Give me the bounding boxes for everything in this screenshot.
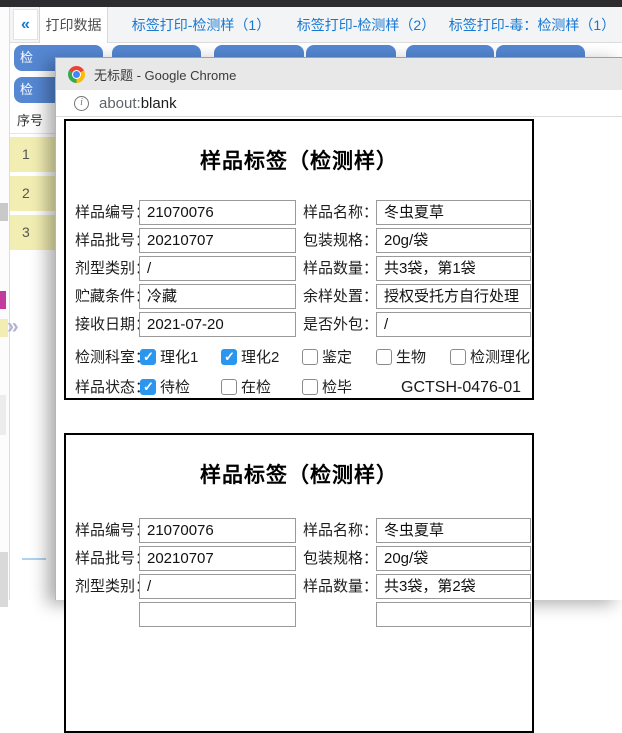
tab-label-print-toxic-1[interactable]: 标签打印-毒：检测样（1） — [448, 7, 616, 43]
field-label: 样品状态： — [75, 378, 150, 397]
checkbox-lihua2[interactable] — [221, 349, 237, 365]
sample-no-input[interactable]: 21070076 — [139, 518, 296, 543]
storage-input[interactable] — [139, 602, 296, 627]
url-scheme: about: — [99, 95, 141, 112]
sample-label-card-1: 样品标签（检测样） 样品编号： 21070076 样品名称： 冬虫夏草 样品批号… — [64, 119, 534, 400]
panel-fragment — [0, 203, 8, 221]
background-row-edge — [22, 558, 46, 560]
field-row: 样品编号： 21070076 样品名称： 冬虫夏草 — [66, 200, 532, 225]
chrome-popup-window: 无标题 - Google Chrome i about:blank 样品标签（检… — [55, 57, 622, 600]
checkbox-label: 在检 — [241, 378, 271, 397]
checkbox-label: 检测理化 — [470, 348, 530, 367]
field-label: 是否外包： — [303, 312, 378, 337]
label-title: 样品标签（检测样） — [66, 459, 532, 489]
field-row: 剂型类别： / 样品数量： 共3袋，第2袋 — [66, 574, 532, 599]
checkbox-label: 理化1 — [160, 348, 198, 367]
table-header-seq: 序号 — [17, 110, 43, 129]
pack-spec-input[interactable]: 20g/袋 — [376, 546, 531, 571]
department-row: 检测科室： 理化1 理化2 鉴定 生物 检测理化 — [66, 348, 532, 368]
page-url: about:blank — [99, 95, 177, 112]
field-row: 样品批号： 20210707 包装规格： 20g/袋 — [66, 228, 532, 253]
sample-name-input[interactable]: 冬虫夏草 — [376, 518, 531, 543]
tab-label-print-1[interactable]: 标签打印-检测样（1） — [120, 7, 282, 43]
field-label: 包装规格： — [303, 546, 378, 571]
checkbox-jianbi[interactable] — [302, 379, 318, 395]
field-row: 样品批号： 20210707 包装规格： 20g/袋 — [66, 546, 532, 571]
checkbox-daijian[interactable] — [140, 379, 156, 395]
field-label: 检测科室： — [75, 348, 150, 367]
sample-code: GCTSH-0476-01 — [401, 378, 529, 398]
quantity-input[interactable]: 共3袋，第2袋 — [376, 574, 531, 599]
checkbox-label: 待检 — [160, 378, 190, 397]
checkbox-label: 鉴定 — [322, 348, 352, 367]
field-label: 样品名称： — [303, 200, 378, 225]
field-label: 样品数量： — [303, 574, 378, 599]
pack-spec-input[interactable]: 20g/袋 — [376, 228, 531, 253]
field-row: 剂型类别： / 样品数量： 共3袋，第1袋 — [66, 256, 532, 281]
panel-fragment — [0, 291, 6, 309]
batch-no-input[interactable]: 20210707 — [139, 546, 296, 571]
window-top-bar — [0, 0, 622, 7]
checkbox-shengwu[interactable] — [376, 349, 392, 365]
storage-input[interactable]: 冷藏 — [139, 284, 296, 309]
chrome-logo-icon — [68, 66, 85, 83]
field-label: 样品名称： — [303, 518, 378, 543]
receive-date-input[interactable]: 2021-07-20 — [139, 312, 296, 337]
page-info-icon[interactable]: i — [74, 96, 89, 111]
expand-panel-icon[interactable]: » — [7, 314, 31, 340]
batch-no-input[interactable]: 20210707 — [139, 228, 296, 253]
chrome-address-bar[interactable]: i about:blank — [56, 90, 622, 117]
dosage-form-input[interactable]: / — [139, 574, 296, 599]
collapse-tabs-icon[interactable]: « — [13, 9, 38, 40]
outsourced-input[interactable]: / — [376, 312, 531, 337]
checkbox-lihua1[interactable] — [140, 349, 156, 365]
field-label: 样品数量： — [303, 256, 378, 281]
tab-print-data[interactable]: 打印数据 — [39, 7, 108, 43]
collapsed-left-panel — [0, 7, 10, 600]
checkbox-label: 检毕 — [322, 378, 352, 397]
chrome-window-title: 无标题 - Google Chrome — [94, 65, 236, 84]
dosage-form-input[interactable]: / — [139, 256, 296, 281]
panel-fragment — [0, 395, 6, 435]
disposal-input[interactable]: 授权受托方自行处理 — [376, 284, 531, 309]
chrome-window-titlebar[interactable]: 无标题 - Google Chrome — [56, 58, 622, 90]
sample-name-input[interactable]: 冬虫夏草 — [376, 200, 531, 225]
checkbox-jiance-lihua[interactable] — [450, 349, 466, 365]
field-label: 余样处置： — [303, 284, 378, 309]
disposal-input[interactable] — [376, 602, 531, 627]
field-row: 接收日期： 2021-07-20 是否外包： / — [66, 312, 532, 337]
panel-fragment — [0, 552, 8, 607]
field-row: 贮藏条件： 冷藏 余样处置： 授权受托方自行处理 — [66, 284, 532, 309]
page-tab-bar: « 打印数据 标签打印-检测样（1） 标签打印-检测样（2） 标签打印-毒：检测… — [0, 7, 622, 43]
field-label: 包装规格： — [303, 228, 378, 253]
tab-label-print-2[interactable]: 标签打印-检测样（2） — [285, 7, 447, 43]
checkbox-label: 理化2 — [241, 348, 279, 367]
url-path: blank — [141, 95, 177, 112]
checkbox-jianding[interactable] — [302, 349, 318, 365]
checkbox-zaijian[interactable] — [221, 379, 237, 395]
field-row: 样品编号： 21070076 样品名称： 冬虫夏草 — [66, 518, 532, 543]
sample-label-card-2: 样品标签（检测样） 样品编号： 21070076 样品名称： 冬虫夏草 样品批号… — [64, 433, 534, 733]
label-title: 样品标签（检测样） — [66, 145, 532, 175]
field-row — [66, 602, 532, 627]
checkbox-label: 生物 — [396, 348, 426, 367]
sample-no-input[interactable]: 21070076 — [139, 200, 296, 225]
status-row: 样品状态： 待检 在检 检毕 GCTSH-0476-01 — [66, 378, 532, 398]
quantity-input[interactable]: 共3袋，第1袋 — [376, 256, 531, 281]
